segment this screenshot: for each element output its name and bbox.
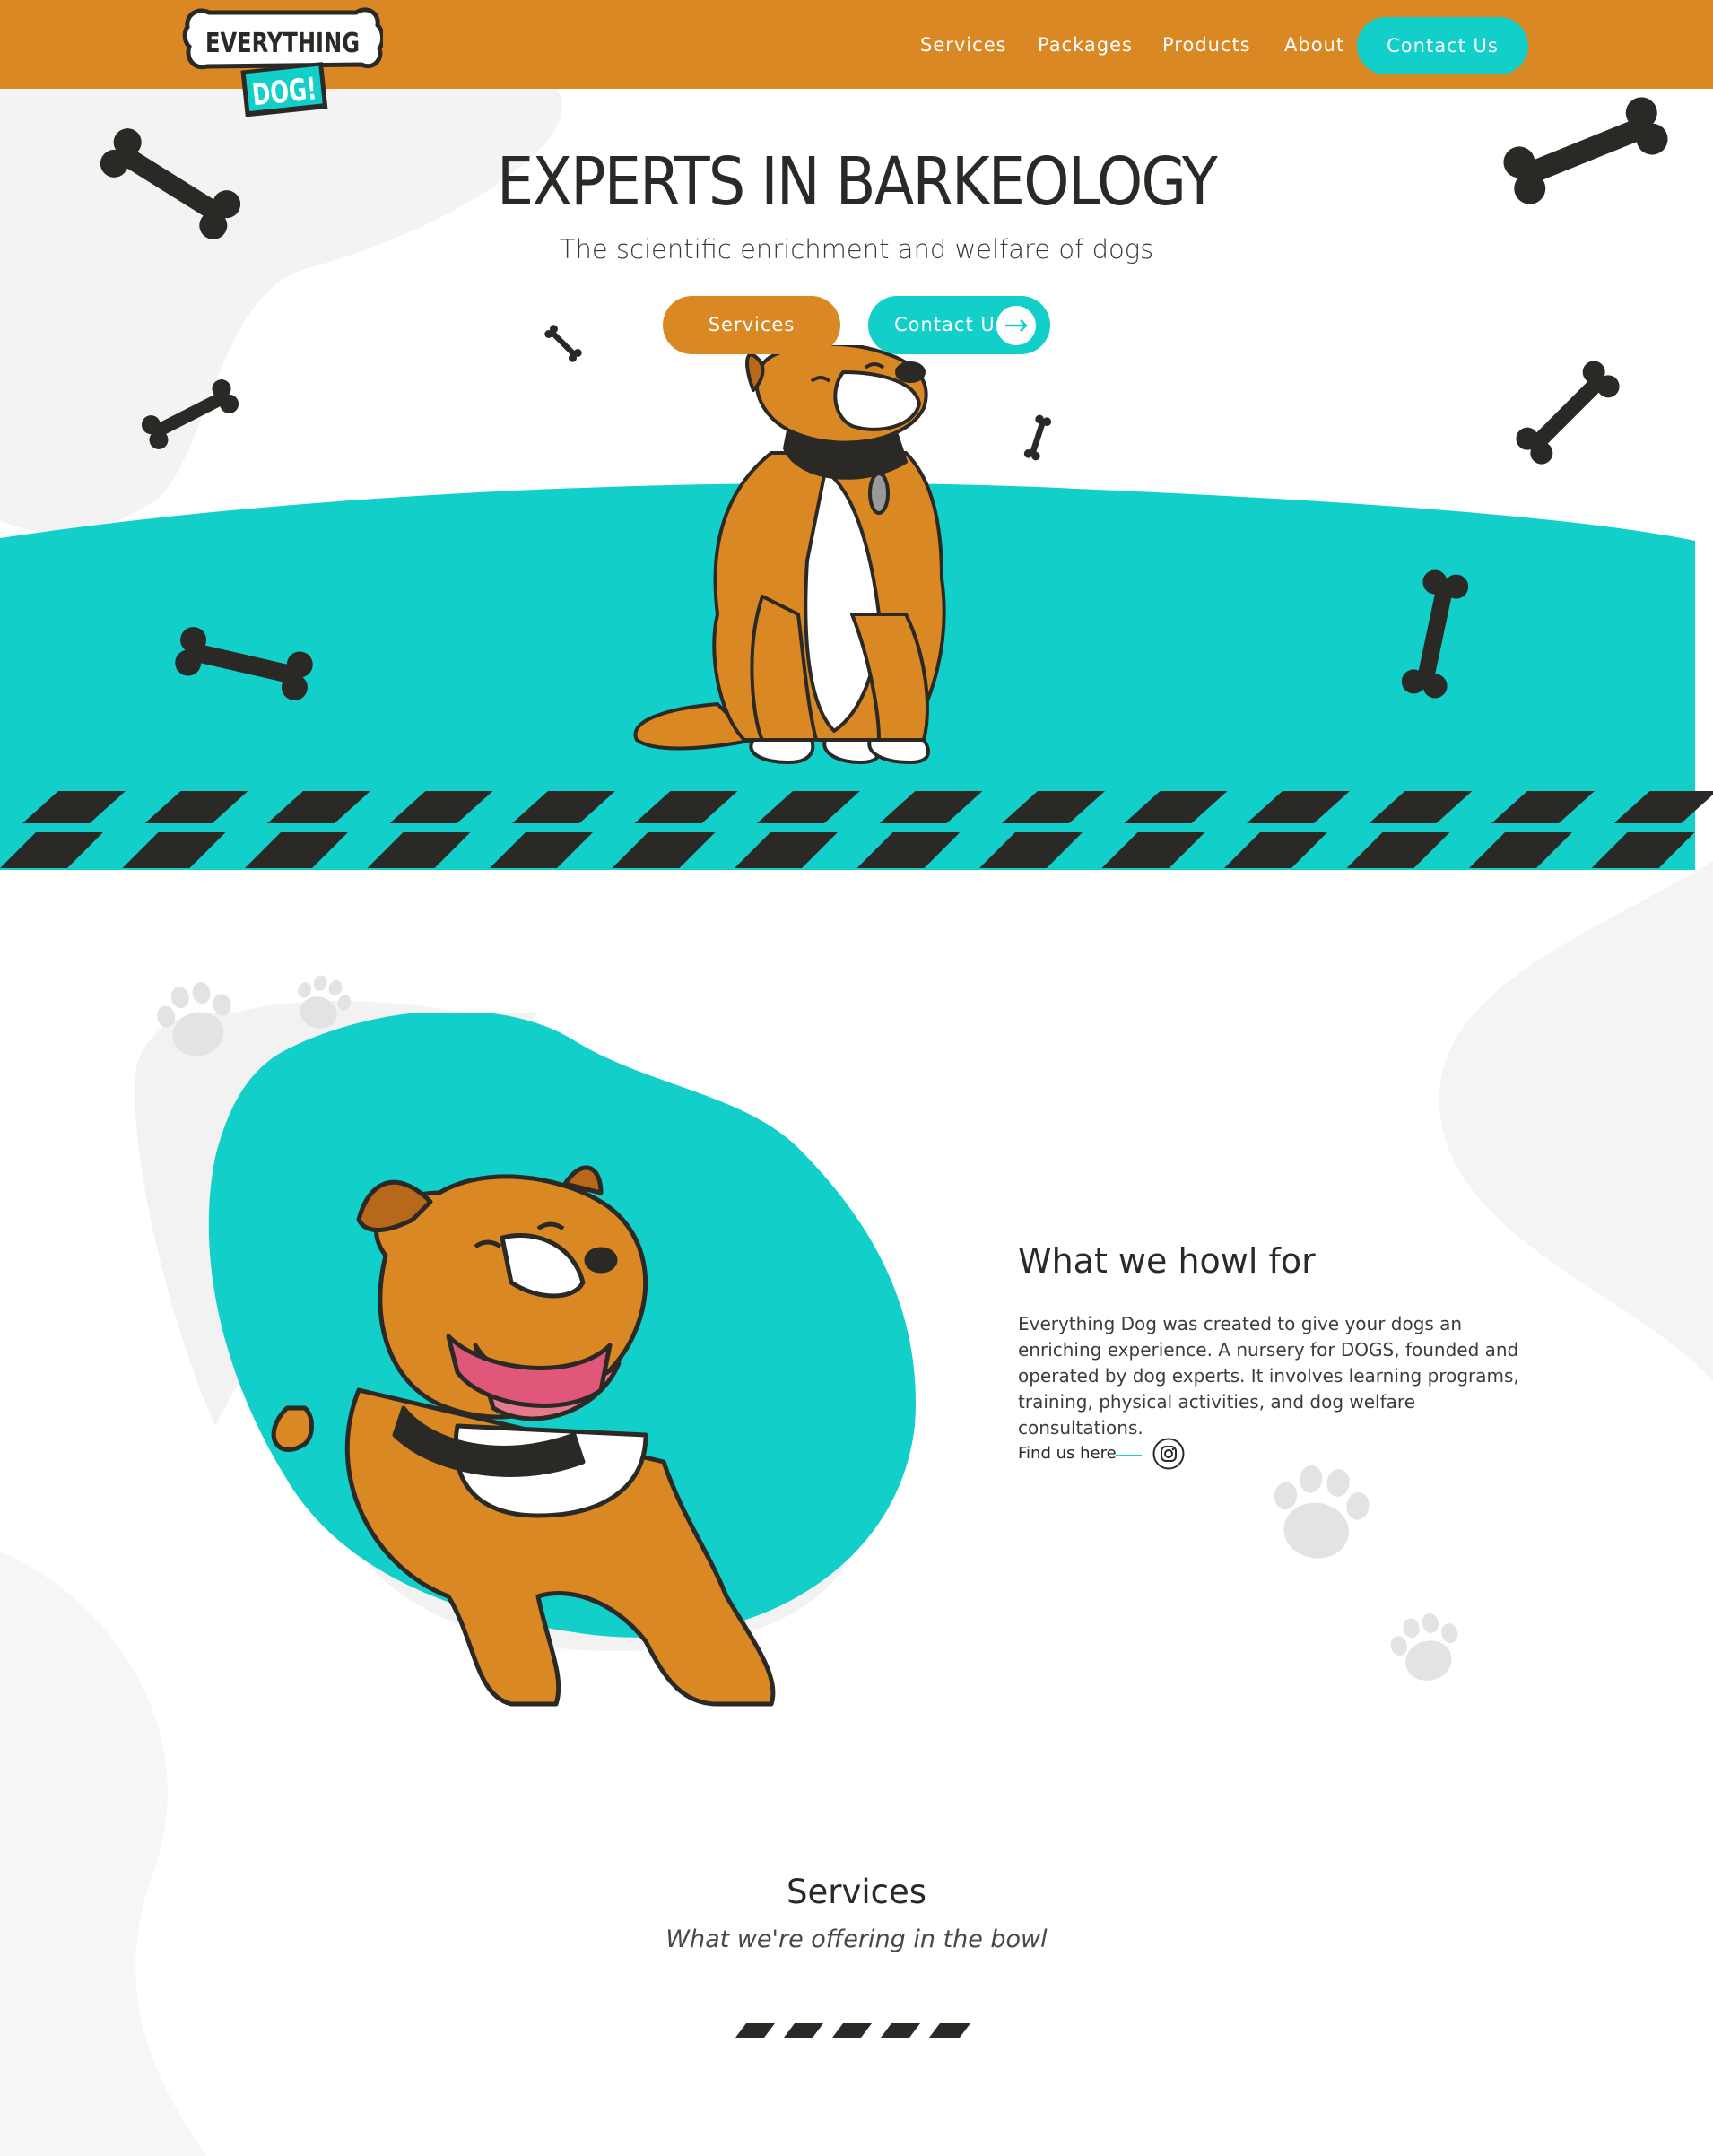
hero-services-button[interactable]: Services (663, 296, 840, 354)
nav-about[interactable]: About (1284, 34, 1344, 56)
nav-contact-button[interactable]: Contact Us (1357, 17, 1528, 74)
bone-icon (138, 376, 242, 453)
bone-icon (543, 323, 584, 364)
hero-contact-label: Contact Us (894, 314, 1006, 335)
services-divider-stripes (735, 2023, 970, 2038)
nav-products[interactable]: Products (1162, 34, 1251, 56)
services-title: Services (786, 1873, 927, 1911)
hero-contact-button[interactable]: Contact Us (868, 296, 1050, 354)
paw-icon (1385, 1607, 1468, 1688)
svg-text:EVERYTHING: EVERYTHING (205, 28, 360, 59)
bone-icon (1399, 568, 1471, 700)
svg-text:DOG!: DOG! (250, 71, 318, 113)
bone-icon (1499, 92, 1673, 209)
nav-services[interactable]: Services (920, 34, 1007, 56)
arrow-right-icon (996, 306, 1036, 345)
bone-icon (172, 624, 316, 703)
everything-dog-logo[interactable]: EVERYTHING DOG! (182, 5, 383, 117)
nav-packages[interactable]: Packages (1038, 34, 1133, 56)
sitting-dog-illustration (633, 345, 946, 764)
bone-icon (1511, 356, 1624, 469)
paw-icon (1266, 1460, 1374, 1565)
about-illustration (208, 1013, 916, 1707)
services-subtitle: What we're offering in the bowl (665, 1926, 1048, 1953)
bone-icon (95, 123, 246, 245)
bone-icon (1022, 413, 1053, 462)
